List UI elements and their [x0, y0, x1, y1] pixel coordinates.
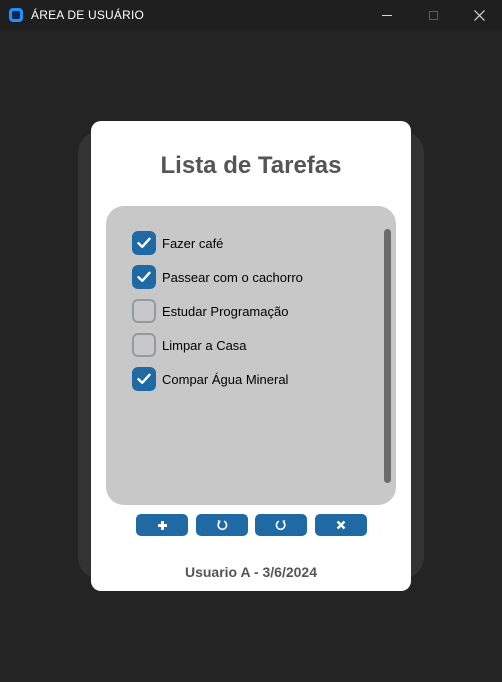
task-checkbox[interactable] [132, 367, 156, 391]
task-list: Fazer café Passear com o cachorro Estuda… [106, 206, 396, 505]
check-icon [137, 373, 151, 384]
task-item[interactable]: Compar Água Mineral [132, 367, 288, 391]
close-icon [473, 10, 485, 21]
task-label: Fazer café [162, 235, 224, 251]
redo-icon [275, 520, 286, 531]
delete-task-button[interactable] [315, 514, 367, 536]
task-label: Estudar Programação [162, 303, 289, 319]
close-icon [336, 520, 346, 530]
minimize-button[interactable] [364, 0, 410, 31]
minimize-icon [382, 15, 392, 16]
task-item[interactable]: Estudar Programação [132, 299, 288, 323]
app-icon [9, 8, 23, 22]
plus-icon [157, 520, 167, 530]
redo-button[interactable] [255, 514, 307, 536]
check-icon [137, 271, 151, 282]
task-item[interactable]: Limpar a Casa [132, 333, 247, 357]
task-card: Lista de Tarefas Fazer café Passear com … [91, 121, 411, 591]
maximize-icon [428, 11, 438, 20]
add-task-button[interactable] [136, 514, 188, 536]
page-title: Lista de Tarefas [160, 152, 342, 179]
scrollbar[interactable] [384, 229, 391, 483]
user-date-footer: Usuario A - 3/6/2024 [184, 564, 318, 580]
close-window-button[interactable] [456, 0, 502, 31]
undo-button[interactable] [196, 514, 248, 536]
window-title: ÁREA DE USUÁRIO [31, 8, 145, 22]
task-checkbox[interactable] [132, 299, 156, 323]
task-checkbox[interactable] [132, 265, 156, 289]
task-label: Passear com o cachorro [162, 269, 303, 285]
task-checkbox[interactable] [132, 333, 156, 357]
task-label: Limpar a Casa [162, 337, 247, 353]
task-item[interactable]: Fazer café [132, 231, 223, 255]
task-item[interactable]: Passear com o cachorro [132, 265, 303, 289]
check-icon [137, 237, 151, 248]
title-bar: ÁREA DE USUÁRIO [0, 0, 502, 31]
maximize-button[interactable] [410, 0, 456, 31]
task-label: Compar Água Mineral [162, 371, 289, 387]
undo-icon [217, 520, 228, 531]
task-checkbox[interactable] [132, 231, 156, 255]
